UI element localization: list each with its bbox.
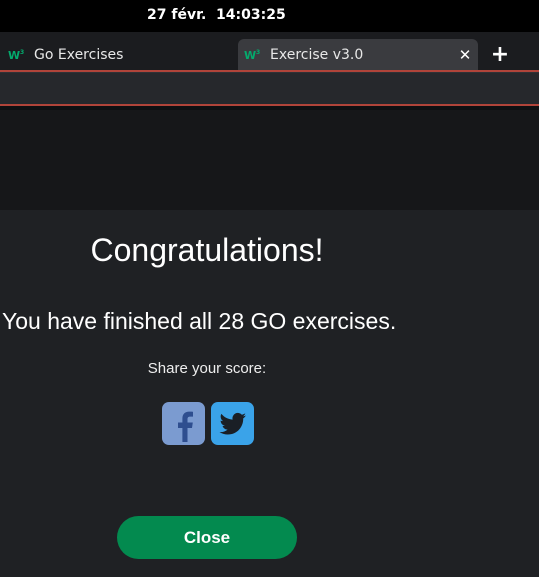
twitter-icon	[219, 412, 246, 435]
twitter-share-button[interactable]	[211, 402, 254, 445]
tab-go-exercises[interactable]: W 3 Go Exercises	[6, 39, 234, 70]
w3schools-icon: W 3	[244, 48, 262, 62]
tab-bar: W 3 Go Exercises W 3 Exercise v3.0 ✕ +	[0, 32, 539, 70]
dialog-message: You have finished all 28 GO exercises.	[2, 308, 397, 334]
tab-title: Go Exercises	[34, 46, 124, 63]
svg-text:W: W	[8, 49, 20, 62]
svg-text:3: 3	[20, 49, 24, 56]
clock[interactable]: 27 févr. 14:03:25	[147, 7, 286, 23]
facebook-share-button[interactable]	[162, 402, 205, 445]
share-label: Share your score:	[147, 360, 267, 377]
close-tab-icon[interactable]: ✕	[456, 46, 474, 64]
address-bar[interactable]	[0, 70, 539, 106]
system-top-bar: 27 févr. 14:03:25	[0, 0, 539, 32]
svg-text:3: 3	[256, 49, 260, 56]
tab-title: Exercise v3.0	[270, 46, 364, 63]
w3schools-icon: W 3	[8, 48, 26, 62]
dialog-title: Congratulations!	[90, 232, 324, 268]
svg-text:W: W	[244, 49, 256, 62]
page-header-band	[0, 106, 539, 210]
close-button[interactable]: Close	[117, 516, 297, 559]
tab-exercise[interactable]: W 3 Exercise v3.0 ✕	[238, 39, 478, 70]
facebook-icon	[178, 411, 193, 442]
completion-dialog: Congratulations! You have finished all 2…	[0, 210, 539, 577]
new-tab-button[interactable]: +	[488, 42, 512, 67]
